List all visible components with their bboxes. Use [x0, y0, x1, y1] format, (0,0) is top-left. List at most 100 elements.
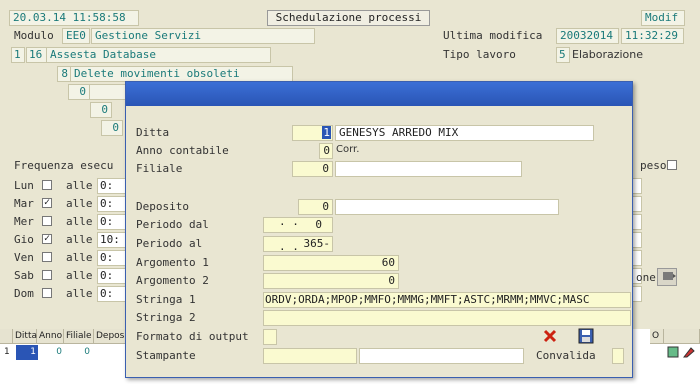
alle-label: alle: [66, 197, 93, 210]
ditta-value: 1: [322, 126, 331, 139]
deposito-name-field: [335, 199, 559, 215]
day-name: Gio: [14, 233, 34, 246]
tipo-lavoro-name: Elaborazione: [572, 48, 644, 61]
day-time-field[interactable]: 0:: [97, 178, 126, 194]
tree-row2-num[interactable]: 8: [57, 66, 71, 82]
convalida-label: Convalida: [536, 349, 596, 362]
periodo-al-dots: . .: [279, 240, 299, 252]
save-disk-icon[interactable]: [578, 328, 594, 344]
right-time-4[interactable]: [632, 232, 642, 248]
tree-row3-num[interactable]: 0: [68, 84, 90, 100]
day-time-field[interactable]: 0:: [97, 250, 126, 266]
side-action-icon[interactable]: [657, 268, 677, 286]
day-checkbox[interactable]: [42, 216, 52, 226]
day-time-field[interactable]: 0:: [97, 214, 126, 230]
deposito-field[interactable]: 0: [298, 199, 333, 215]
argomento-1-label: Argomento 1: [136, 256, 209, 269]
ditta-name-field: GENESYS ARREDO MIX: [335, 125, 594, 141]
dialog-title-bar[interactable]: [126, 82, 632, 106]
anno-contabile-field[interactable]: 0: [319, 143, 333, 159]
deposito-label: Deposito: [136, 200, 189, 213]
day-checkbox[interactable]: ✓: [42, 198, 52, 208]
day-time-field[interactable]: 0:: [97, 286, 126, 302]
day-name: Ven: [14, 251, 34, 264]
grid-header-ditta[interactable]: Ditta: [13, 329, 37, 344]
filiale-field[interactable]: 0: [292, 161, 333, 177]
ditta-label: Ditta: [136, 126, 170, 139]
grid-header-filiale[interactable]: Filiale: [64, 329, 94, 344]
tree-row4-num[interactable]: 0: [90, 102, 112, 118]
day-checkbox[interactable]: ✓: [42, 234, 52, 244]
formato-output-field[interactable]: [263, 329, 277, 345]
right-time-2[interactable]: [632, 196, 642, 212]
periodo-dal-label: Periodo dal: [136, 218, 209, 231]
periodo-dal-field[interactable]: . . 0: [263, 217, 333, 233]
mode-badge: Modif: [641, 10, 685, 26]
stringa-1-label: Stringa 1: [136, 293, 196, 306]
stampante-label: Stampante: [136, 349, 196, 362]
day-checkbox[interactable]: [42, 288, 52, 298]
stringa-2-field[interactable]: [263, 310, 631, 326]
grid-corner: [0, 329, 13, 344]
grid-cell-ditta[interactable]: 1: [16, 345, 38, 360]
cancel-x-icon[interactable]: [543, 329, 557, 343]
day-time-field[interactable]: 0:: [97, 268, 126, 284]
stringa-1-field[interactable]: ORDV;ORDA;MPOP;MMFO;MMMG;MMFT;ASTC;MRMM;…: [263, 292, 631, 308]
peso-label: peso: [640, 159, 667, 172]
periodo-al-field[interactable]: . . 365-: [263, 236, 333, 252]
tree-row1-a[interactable]: 1: [11, 47, 25, 63]
day-name: Dom: [14, 287, 34, 300]
periodo-al-value: 365-: [303, 237, 331, 250]
alle-label: alle: [66, 215, 93, 228]
modulo-name-field: Gestione Servizi: [91, 28, 315, 44]
screen-title: Schedulazione processi: [267, 10, 430, 26]
grid-header-o[interactable]: O: [650, 329, 664, 344]
tipo-lavoro-value[interactable]: 5: [556, 47, 570, 63]
datetime-field: 20.03.14 11:58:58: [9, 10, 139, 26]
peso-checkbox[interactable]: [667, 160, 677, 170]
grid-row-icon-a[interactable]: [667, 346, 679, 358]
tree-row5-num[interactable]: 0: [101, 120, 123, 136]
tree-row3-name: [89, 84, 129, 100]
right-time-5[interactable]: [632, 250, 642, 266]
stampante-code-field[interactable]: [263, 348, 357, 364]
day-time-field[interactable]: 0:: [97, 196, 126, 212]
side-label: one: [636, 271, 656, 284]
stringa-2-label: Stringa 2: [136, 311, 196, 324]
day-name: Sab: [14, 269, 34, 282]
ultima-modifica-time: 11:32:29: [621, 28, 684, 44]
right-time-7[interactable]: [632, 286, 642, 302]
tree-row1-b[interactable]: 16: [26, 47, 47, 63]
tree-row2-name: Delete movimenti obsoleti: [70, 66, 293, 82]
grid-row-number: 1: [4, 347, 10, 357]
day-checkbox[interactable]: [42, 270, 52, 280]
convalida-field[interactable]: [612, 348, 624, 364]
grid-cell-filiale[interactable]: 0: [66, 345, 90, 360]
modulo-label: Modulo: [14, 29, 54, 42]
right-time-1[interactable]: [632, 178, 642, 194]
ditta-field[interactable]: 1: [292, 125, 333, 141]
argomento-2-field[interactable]: 0: [263, 273, 399, 289]
ultima-modifica-label: Ultima modifica: [443, 29, 543, 42]
periodo-al-label: Periodo al: [136, 237, 203, 250]
anno-contabile-label: Anno contabile: [136, 144, 229, 157]
alle-label: alle: [66, 251, 93, 264]
ultima-modifica-date: 20032014: [556, 28, 619, 44]
right-time-3[interactable]: [632, 214, 642, 230]
day-checkbox[interactable]: [42, 252, 52, 262]
argomento-2-label: Argomento 2: [136, 274, 209, 287]
day-name: Mar: [14, 197, 34, 210]
grid-header-anno[interactable]: Anno: [37, 329, 64, 344]
alle-label: alle: [66, 233, 93, 246]
alle-label: alle: [66, 269, 93, 282]
grid-cell-anno[interactable]: 0: [40, 345, 62, 360]
day-name: Lun: [14, 179, 34, 192]
grid-header-right: [664, 329, 700, 344]
argomento-1-field[interactable]: 60: [263, 255, 399, 271]
day-name: Mer: [14, 215, 34, 228]
modulo-code-field[interactable]: EE0: [62, 28, 90, 44]
day-checkbox[interactable]: [42, 180, 52, 190]
grid-row-icon-b[interactable]: [682, 346, 695, 358]
day-time-field[interactable]: 10:: [97, 232, 126, 248]
periodo-dal-value: 0: [315, 218, 322, 231]
